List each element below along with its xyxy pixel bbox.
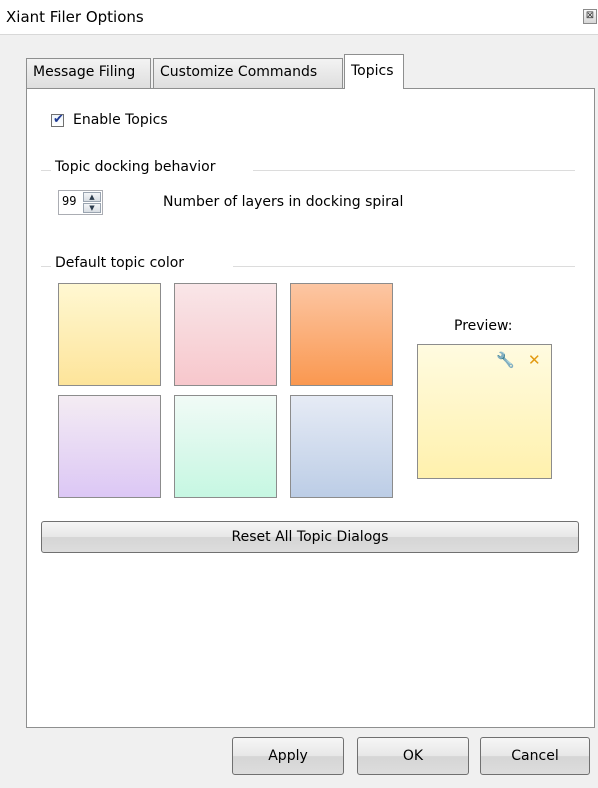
cancel-button[interactable]: Cancel [480, 737, 590, 775]
close-icon: ⊠ [585, 10, 595, 21]
close-icon: ✕ [528, 351, 541, 369]
topics-panel: ✔ Enable Topics Topic docking behavior 9… [26, 88, 595, 728]
button-label: Cancel [511, 748, 559, 764]
layers-value: 99 [62, 194, 77, 208]
title-bar: Xiant Filer Options ⊠ [0, 0, 598, 35]
window-title: Xiant Filer Options [6, 8, 144, 26]
check-icon: ✔ [53, 112, 64, 127]
spinner-up-button[interactable]: ▲ [83, 192, 101, 202]
group-divider [41, 266, 51, 267]
color-group-label: Default topic color [55, 255, 185, 271]
enable-topics-label: Enable Topics [73, 112, 168, 128]
chevron-down-icon: ▼ [89, 204, 95, 212]
enable-topics-checkbox[interactable]: ✔ [51, 112, 64, 127]
button-label: OK [402, 748, 424, 764]
reset-topic-dialogs-button[interactable]: Reset All Topic Dialogs [41, 521, 579, 553]
wrench-icon: 🔧 [496, 351, 515, 369]
layers-label: Number of layers in docking spiral [163, 194, 404, 210]
tab-message-filing[interactable]: Message Filing [26, 58, 151, 88]
button-label: Apply [268, 748, 308, 764]
color-swatch-blue[interactable] [290, 395, 393, 498]
apply-button[interactable]: Apply [232, 737, 344, 775]
preview-label: Preview: [454, 318, 513, 334]
tab-label: Message Filing [33, 64, 136, 80]
tab-customize-commands[interactable]: Customize Commands [153, 58, 343, 88]
spinner-down-button[interactable]: ▼ [83, 203, 101, 213]
group-divider [41, 170, 51, 171]
color-swatch-mint[interactable] [174, 395, 277, 498]
ok-button[interactable]: OK [357, 737, 469, 775]
layers-spinner[interactable]: 99 ▲ ▼ [58, 190, 103, 215]
topic-preview: 🔧 ✕ [417, 344, 552, 479]
chevron-up-icon: ▲ [89, 193, 95, 201]
tab-topics[interactable]: Topics [344, 54, 404, 89]
color-swatch-pink[interactable] [174, 283, 277, 386]
window-close-button[interactable]: ⊠ [583, 9, 597, 24]
options-dialog: Xiant Filer Options ⊠ Message Filing Cus… [0, 0, 598, 788]
tab-label: Customize Commands [160, 64, 318, 80]
group-divider [253, 170, 575, 171]
group-divider [233, 266, 575, 267]
tab-label: Topics [351, 63, 394, 79]
color-swatch-yellow[interactable] [58, 283, 161, 386]
color-swatch-orange[interactable] [290, 283, 393, 386]
color-swatch-lavender[interactable] [58, 395, 161, 498]
button-label: Reset All Topic Dialogs [231, 529, 389, 545]
docking-group-label: Topic docking behavior [55, 159, 216, 175]
